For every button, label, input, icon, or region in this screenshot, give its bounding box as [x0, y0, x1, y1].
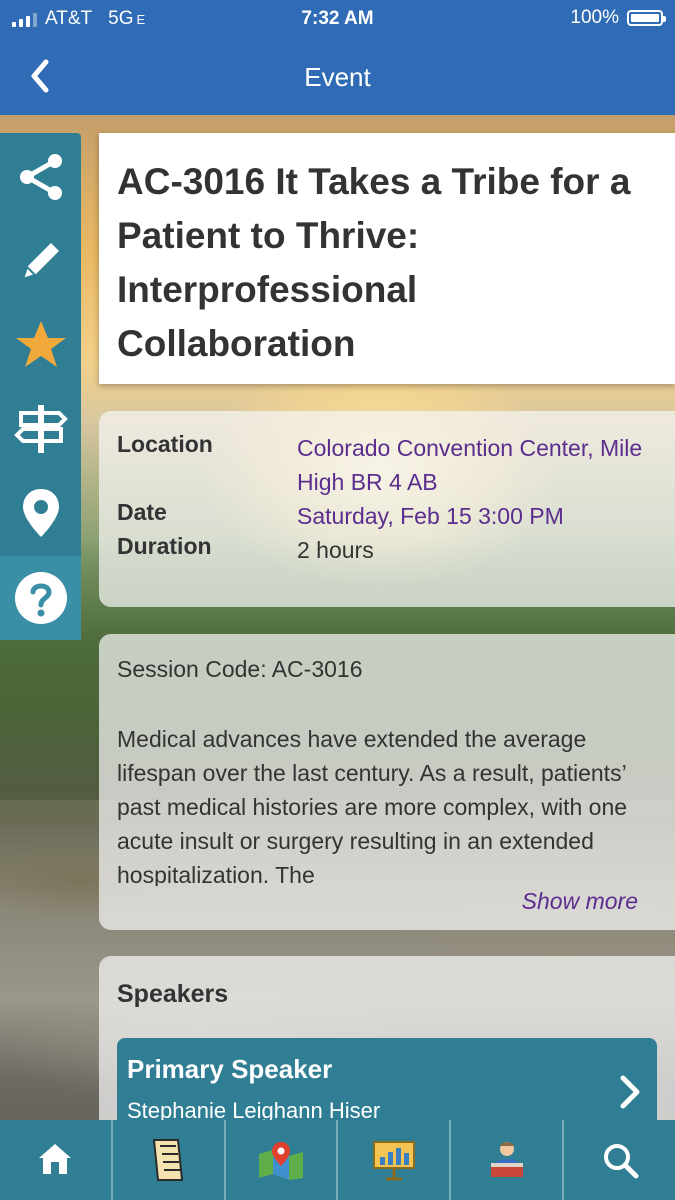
- date-label: Date: [117, 499, 167, 525]
- duration-label: Duration: [117, 533, 212, 559]
- status-bar: AT&T 5G E 7:32 AM 100%: [0, 0, 675, 38]
- location-label: Location: [117, 431, 213, 457]
- tab-guide[interactable]: [113, 1120, 226, 1200]
- battery-icon: [627, 10, 666, 26]
- battery-percent: 100%: [570, 7, 619, 28]
- tab-bar: [0, 1120, 675, 1200]
- help-icon: [14, 572, 67, 624]
- share-icon: [19, 154, 62, 200]
- tab-search[interactable]: [564, 1120, 675, 1200]
- show-more-link[interactable]: Show more: [522, 888, 638, 915]
- duration-value: 2 hours: [297, 537, 374, 563]
- map-pin-icon: [22, 489, 59, 537]
- action-rail: [0, 133, 81, 640]
- event-title: AC-3016 It Takes a Tribe for a Patient t…: [117, 161, 631, 364]
- location-value[interactable]: Colorado Convention Center, Mile High BR…: [297, 431, 647, 499]
- home-icon: [39, 1144, 72, 1174]
- nav-title: Event: [304, 62, 371, 92]
- event-description-card: Session Code: AC-3016 Medical advances h…: [99, 634, 675, 930]
- share-button[interactable]: [0, 135, 81, 219]
- tab-map[interactable]: [226, 1120, 339, 1200]
- battery-fill: [631, 14, 659, 22]
- map-icon: [259, 1142, 304, 1180]
- event-description: Medical advances have extended the avera…: [117, 726, 628, 886]
- location-button[interactable]: [0, 471, 81, 555]
- status-right: 100%: [570, 7, 666, 29]
- note-button[interactable]: [0, 219, 81, 303]
- favorite-button[interactable]: [0, 303, 81, 387]
- event-info-card: Location Colorado Convention Center, Mil…: [99, 411, 675, 607]
- star-icon: [15, 321, 66, 367]
- speaker-role: Primary Speaker: [127, 1054, 333, 1084]
- chevron-right-icon: [615, 1074, 643, 1115]
- speaker-icon: [490, 1142, 523, 1177]
- tab-exhibits[interactable]: [338, 1120, 452, 1200]
- tab-speakers[interactable]: [451, 1120, 565, 1200]
- event-title-card: AC-3016 It Takes a Tribe for a Patient t…: [99, 133, 675, 384]
- speakers-header: Speakers: [117, 980, 229, 1008]
- book-icon: [153, 1139, 184, 1181]
- signpost-button[interactable]: [0, 387, 81, 471]
- help-button[interactable]: [0, 556, 81, 640]
- presentation-board-icon: [372, 1141, 415, 1181]
- tab-home[interactable]: [0, 1120, 113, 1200]
- date-value[interactable]: Saturday, Feb 15 3:00 PM: [297, 499, 564, 533]
- nav-bar: Event: [0, 38, 675, 115]
- pencil-icon: [20, 243, 59, 281]
- search-icon: [603, 1144, 639, 1179]
- session-code: Session Code: AC-3016: [117, 656, 363, 682]
- signpost-icon: [13, 405, 68, 453]
